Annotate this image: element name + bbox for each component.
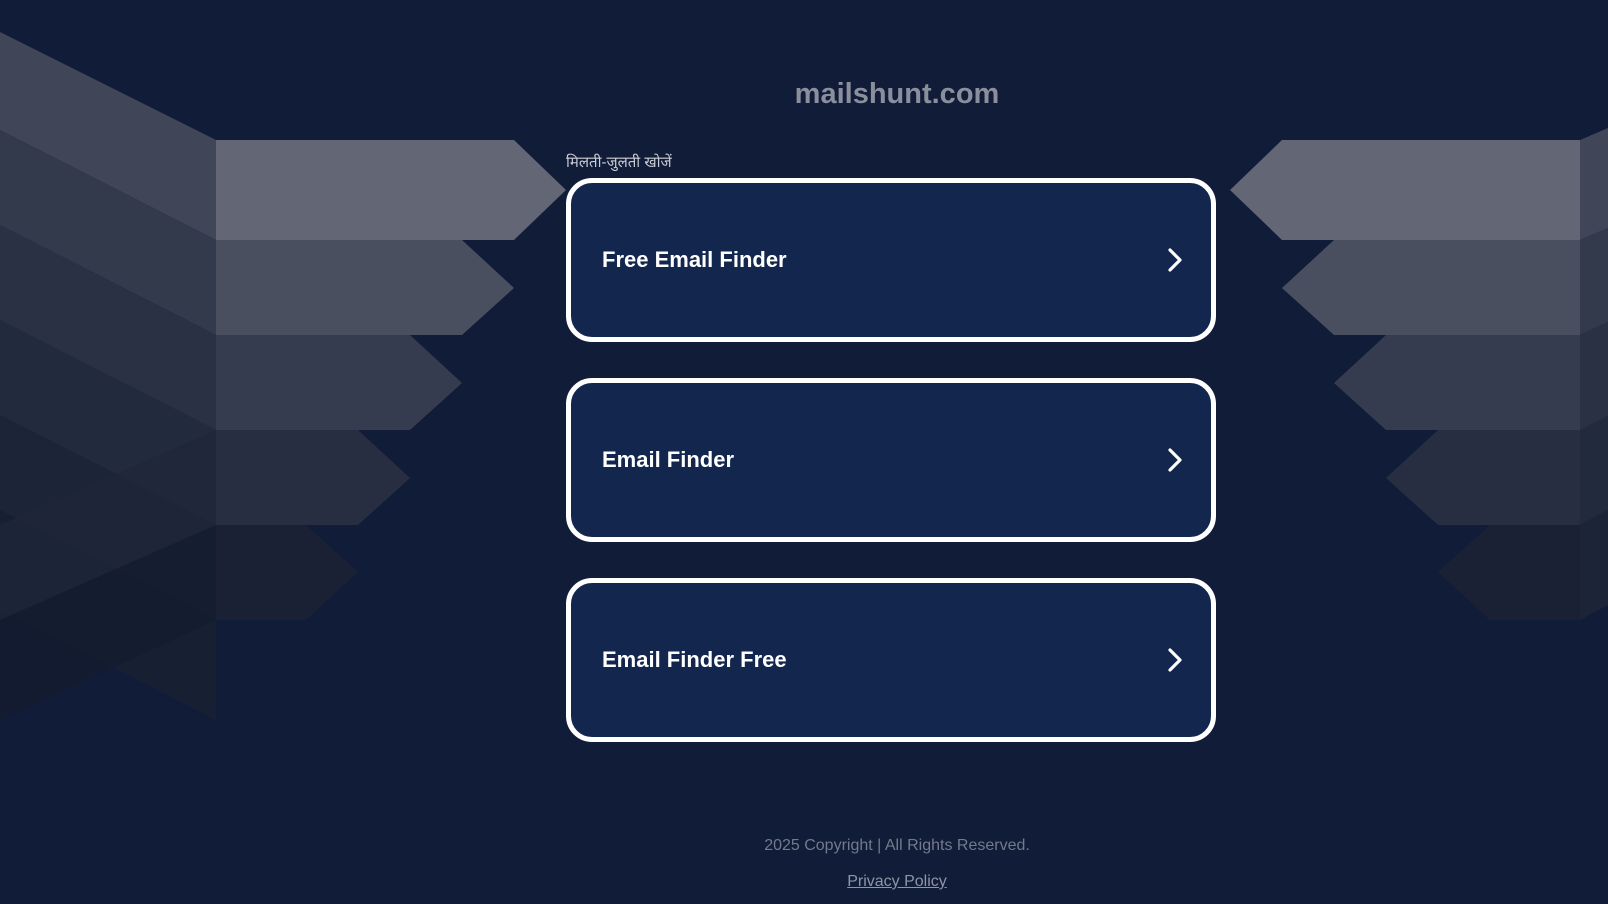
- related-searches-label: मिलती-जुलती खोजें: [566, 154, 672, 171]
- related-link-label: Email Finder: [602, 447, 735, 472]
- copyright-text: 2025 Copyright | All Rights Reserved.: [764, 837, 1030, 854]
- chevron-right-icon: [1168, 448, 1182, 472]
- related-link-email-finder-free[interactable]: Email Finder Free: [566, 578, 1216, 742]
- related-link-label: Free Email Finder: [602, 247, 787, 272]
- footer-links: Privacy Policy: [0, 873, 1608, 891]
- parked-domain-page: mailshunt.com मिलती-जुलती खोजें Free Ema…: [0, 0, 1608, 904]
- related-link-email-finder[interactable]: Email Finder: [566, 378, 1216, 542]
- domain-title: mailshunt.com: [794, 78, 1000, 110]
- related-link-label: Email Finder Free: [602, 647, 787, 672]
- privacy-policy-link[interactable]: Privacy Policy: [847, 873, 947, 890]
- chevron-right-icon: [1168, 648, 1182, 672]
- chevron-right-icon: [1168, 248, 1182, 272]
- related-link-free-email-finder[interactable]: Free Email Finder: [566, 178, 1216, 342]
